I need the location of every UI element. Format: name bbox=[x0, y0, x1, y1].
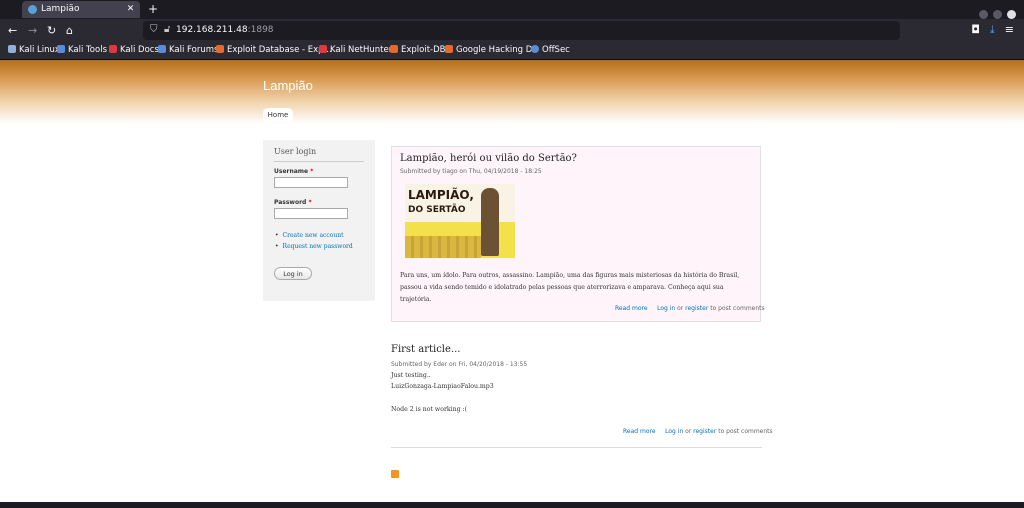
shield-icon[interactable]: ⛉ bbox=[150, 24, 158, 35]
bookmark-kali-forums[interactable]: Kali Forums bbox=[158, 45, 218, 55]
submitted-info: Submitted by tiago on Thu, 04/19/2018 - … bbox=[400, 168, 542, 175]
password-label: Password * bbox=[274, 199, 312, 206]
article-node: Lampião, herói ou vilão do Sertão? Submi… bbox=[391, 146, 765, 322]
url-bar[interactable]: ⛉ 🔓︎ 192.168.211.48:1898 bbox=[143, 21, 900, 40]
or-text: or bbox=[685, 428, 692, 435]
username-input[interactable] bbox=[274, 177, 348, 188]
maximize-window-button[interactable] bbox=[993, 10, 1002, 19]
download-icon[interactable]: ⤓ bbox=[990, 23, 995, 36]
figure-illustration bbox=[481, 188, 499, 256]
forward-arrow-icon[interactable]: → bbox=[28, 24, 37, 37]
bottom-edge bbox=[0, 502, 1024, 508]
kali-forums-icon bbox=[158, 45, 166, 53]
or-text: or bbox=[677, 305, 684, 312]
url-text[interactable]: 192.168.211.48:1898 bbox=[176, 25, 274, 35]
login-links: Create new account Request new password bbox=[275, 232, 353, 254]
exploit-db-icon bbox=[390, 45, 398, 53]
kali-dragon-icon bbox=[8, 45, 16, 53]
article-node: First article... Submitted by Eder on Fr… bbox=[391, 342, 773, 448]
node-body: Para uns, um ídolo. Para outros, assassi… bbox=[400, 272, 740, 303]
log-in-link[interactable]: Log in bbox=[665, 428, 683, 435]
node-links: Read more Log in or register to post com… bbox=[615, 305, 765, 312]
post-comments-text: to post comments bbox=[710, 305, 765, 312]
read-more-link[interactable]: Read more bbox=[623, 428, 656, 435]
bookmark-exploit-database[interactable]: Exploit Database - Exp... bbox=[216, 45, 332, 55]
bookmark-kali-nethunter[interactable]: Kali NetHunter bbox=[319, 45, 392, 55]
username-label: Username * bbox=[274, 168, 314, 175]
bookmark-exploit-db[interactable]: Exploit-DB bbox=[390, 45, 446, 55]
rss-feed-icon[interactable] bbox=[391, 470, 399, 478]
node-title-link[interactable]: First article... bbox=[391, 344, 460, 355]
bookmark-offsec[interactable]: OffSec bbox=[531, 45, 570, 55]
kali-docs-icon bbox=[109, 45, 117, 53]
image-caption-2: DO SERTÃO bbox=[408, 205, 466, 215]
register-link[interactable]: register bbox=[685, 305, 708, 312]
browser-tab-bar: Lampião ✕ + bbox=[0, 0, 1024, 19]
site-name-link[interactable]: Lampião bbox=[263, 78, 313, 93]
kali-tools-icon bbox=[57, 45, 65, 53]
block-title: User login bbox=[274, 147, 317, 156]
request-password-link[interactable]: Request new password bbox=[275, 243, 353, 250]
body-line: Node 2 is not working :( bbox=[391, 406, 468, 413]
browser-tab[interactable]: Lampião ✕ bbox=[22, 1, 140, 18]
log-in-link[interactable]: Log in bbox=[657, 305, 675, 312]
submitted-info: Submitted by Eder on Fri, 04/20/2018 - 1… bbox=[391, 361, 528, 368]
create-account-link[interactable]: Create new account bbox=[275, 232, 353, 239]
tab-title: Lampião bbox=[41, 4, 80, 14]
read-more-link[interactable]: Read more bbox=[615, 305, 648, 312]
post-comments-text: to post comments bbox=[718, 428, 773, 435]
bookmark-kali-linux[interactable]: Kali Linux bbox=[8, 45, 60, 55]
reload-icon[interactable]: ↻ bbox=[47, 24, 56, 37]
pocket-icon[interactable]: ◘ bbox=[971, 23, 980, 36]
exploit-db-icon bbox=[216, 45, 224, 53]
drupal-favicon-icon bbox=[28, 5, 37, 14]
divider bbox=[274, 161, 364, 162]
bookmark-google-hacking-db[interactable]: Google Hacking DB bbox=[445, 45, 538, 55]
tab-home[interactable]: Home bbox=[263, 108, 293, 122]
toolbar-right: ◘ ⤓ ≡ bbox=[961, 23, 1014, 37]
close-tab-icon[interactable]: ✕ bbox=[125, 4, 136, 15]
home-icon[interactable]: ⌂ bbox=[66, 24, 73, 37]
minimize-window-button[interactable] bbox=[979, 10, 988, 19]
menu-icon[interactable]: ≡ bbox=[1005, 23, 1014, 36]
bookmark-kali-tools[interactable]: Kali Tools bbox=[57, 45, 107, 55]
lampiao-image: LAMPIÃO, DO SERTÃO bbox=[405, 184, 515, 258]
register-link[interactable]: register bbox=[693, 428, 716, 435]
crowd-illustration bbox=[405, 236, 481, 258]
web-page: Lampião Home User login Username * Passw… bbox=[0, 60, 1024, 500]
ghdb-icon bbox=[445, 45, 453, 53]
node-title-link[interactable]: Lampião, herói ou vilão do Sertão? bbox=[400, 153, 577, 164]
site-header: Lampião Home bbox=[0, 60, 1024, 124]
offsec-icon bbox=[531, 45, 539, 53]
body-line: LuizGonzaga-LampiaoFalou.mp3 bbox=[391, 383, 494, 390]
image-caption-1: LAMPIÃO, bbox=[408, 188, 474, 202]
close-window-button[interactable] bbox=[1007, 10, 1016, 19]
node-links: Read more Log in or register to post com… bbox=[623, 428, 773, 435]
navigation-toolbar: ← → ↻ ⌂ ⛉ 🔓︎ 192.168.211.48:1898 ◘ ⤓ ≡ bbox=[0, 19, 1024, 42]
back-arrow-icon[interactable]: ← bbox=[8, 24, 17, 37]
bookmark-kali-docs[interactable]: Kali Docs bbox=[109, 45, 159, 55]
login-button[interactable]: Log in bbox=[274, 267, 312, 280]
nethunter-icon bbox=[319, 45, 327, 53]
new-tab-button[interactable]: + bbox=[148, 2, 158, 16]
bookmarks-toolbar: Kali Linux Kali Tools Kali Docs Kali For… bbox=[0, 42, 1024, 60]
password-input[interactable] bbox=[274, 208, 348, 219]
insecure-lock-icon[interactable]: 🔓︎ bbox=[164, 24, 170, 35]
user-login-block: User login Username * Password * Create … bbox=[263, 140, 375, 301]
